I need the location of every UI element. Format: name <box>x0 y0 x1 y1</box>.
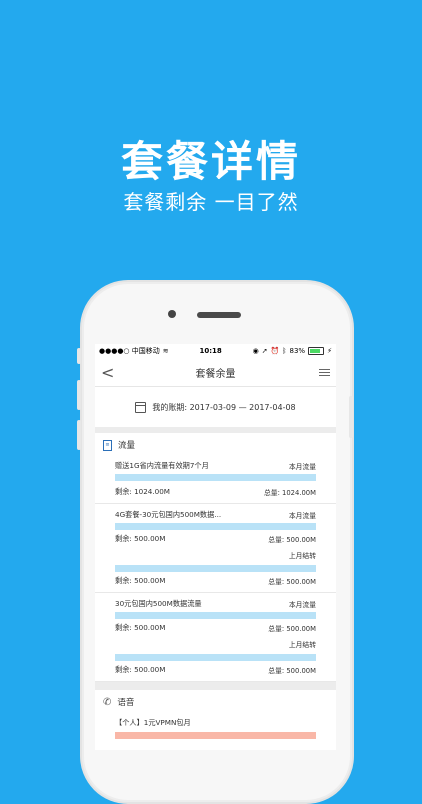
calendar-icon <box>135 401 147 413</box>
remaining-label: 剩余: 500.00M <box>115 534 166 543</box>
package-tag: 本月流量 <box>288 512 316 520</box>
carry-usage-bar <box>115 565 316 572</box>
phone-icon: ✆ <box>103 696 112 708</box>
package-name: 【个人】1元VPMN包月 <box>115 718 191 727</box>
billing-period: 我的账期: 2017-03-09 — 2017-04-08 <box>95 387 336 427</box>
usage-bar <box>115 523 316 530</box>
carry-usage-bar <box>115 654 316 661</box>
package-name: 30元包国内500M数据流量 <box>115 599 202 608</box>
hero-title: 套餐详情 <box>120 137 301 186</box>
phone-speaker <box>197 312 241 318</box>
phone-camera <box>168 310 176 318</box>
status-bar: ●●●●○ 中国移动 ≋ 10:18 ◉ ➚ ⏰ ᛒ 83% ⚡ <box>95 344 336 358</box>
hero-subtitle: 套餐剩余 一目了然 <box>123 190 299 214</box>
app-screen: ●●●●○ 中国移动 ≋ 10:18 ◉ ➚ ⏰ ᛒ 83% ⚡ < 套餐余量 … <box>95 344 336 750</box>
section-divider <box>95 682 336 690</box>
phone-side-button <box>77 348 81 364</box>
carry-remaining-label: 剩余: 500.00M <box>115 576 166 585</box>
usage-bar <box>115 732 316 739</box>
package-tag: 本月流量 <box>288 601 316 609</box>
status-time: 10:18 <box>199 347 222 355</box>
total-label: 总量: 1024.00M <box>263 489 316 497</box>
flow-package-item[interactable]: 赠送1G省内流量有效期7个月 本月流量 剩余: 1024.00M 总量: 102… <box>95 457 336 504</box>
package-name: 赠送1G省内流量有效期7个月 <box>115 461 209 470</box>
carry-tag: 上月结转 <box>288 552 316 560</box>
carrier-label: ●●●●○ 中国移动 <box>99 347 160 355</box>
charging-icon: ⚡ <box>327 347 332 355</box>
carry-remaining-label: 剩余: 500.00M <box>115 665 166 674</box>
voice-section-header: ✆ 语音 <box>95 690 336 714</box>
flow-package-item[interactable]: 4G套餐-30元包国内500M数据... 本月流量 剩余: 500.00M 总量… <box>95 504 336 593</box>
flow-section-title: 流量 <box>118 441 136 451</box>
phone-side-button <box>77 380 81 410</box>
navigation-icon: ➚ <box>261 347 268 355</box>
flow-package-item[interactable]: 30元包国内500M数据流量 本月流量 剩余: 500.00M 总量: 500.… <box>95 593 336 682</box>
location-icon: ◉ <box>252 347 259 355</box>
phone-side-button <box>77 420 81 450</box>
wifi-icon: ≋ <box>162 347 169 355</box>
carry-total-label: 总量: 500.00M <box>268 667 316 675</box>
bluetooth-icon: ᛒ <box>282 347 287 355</box>
total-label: 总量: 500.00M <box>268 625 316 633</box>
back-chevron-icon[interactable]: < <box>101 363 121 382</box>
menu-icon[interactable] <box>310 368 330 376</box>
billing-period-label: 我的账期: 2017-03-09 — 2017-04-08 <box>152 402 296 412</box>
page-title: 套餐余量 <box>195 368 236 380</box>
nav-bar: < 套餐余量 <box>95 358 336 387</box>
carry-total-label: 总量: 500.00M <box>268 578 316 586</box>
usage-bar <box>115 612 316 619</box>
package-tag: 本月流量 <box>288 463 316 471</box>
data-flow-icon: ≡ <box>103 439 112 451</box>
remaining-label: 剩余: 1024.00M <box>115 487 171 496</box>
alarm-icon: ⏰ <box>270 347 280 355</box>
voice-section-title: 语音 <box>117 698 135 708</box>
total-label: 总量: 500.00M <box>268 536 316 544</box>
package-name: 4G套餐-30元包国内500M数据... <box>115 510 222 519</box>
battery-percent: 83% <box>289 347 306 355</box>
voice-package-item[interactable]: 【个人】1元VPMN包月 <box>95 714 336 739</box>
flow-section-header: ≡ 流量 <box>95 433 336 457</box>
battery-icon <box>308 347 325 355</box>
phone-side-button <box>349 396 353 438</box>
carry-tag: 上月结转 <box>288 641 316 649</box>
remaining-label: 剩余: 500.00M <box>115 623 166 632</box>
usage-bar <box>115 474 316 481</box>
